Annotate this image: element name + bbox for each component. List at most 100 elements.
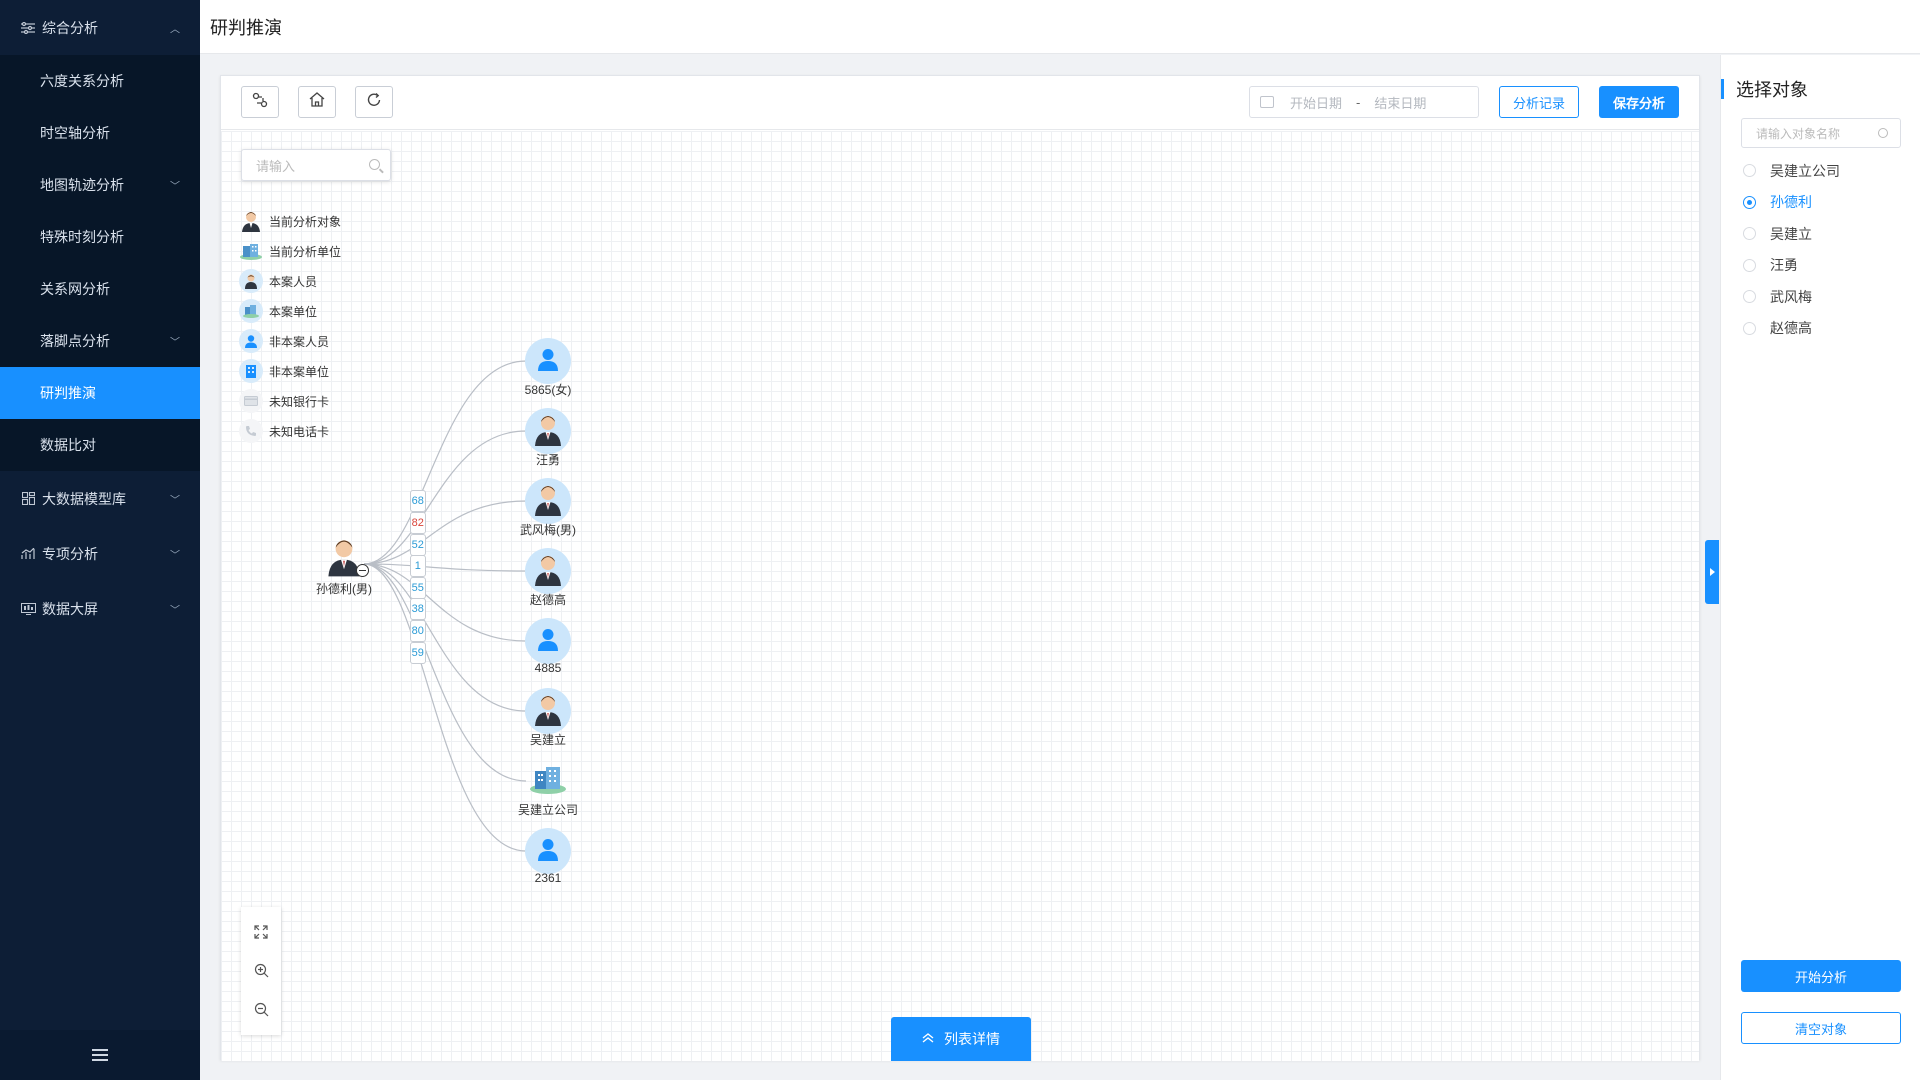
sidebar-collapse-button[interactable] (0, 1030, 200, 1080)
caret-right-icon (1709, 568, 1715, 576)
save-analysis-button[interactable]: 保存分析 (1599, 86, 1679, 118)
graph-node[interactable] (525, 338, 571, 384)
relation-edge[interactable] (363, 360, 527, 565)
radio-button[interactable] (1743, 321, 1756, 335)
page-title: 研判推演 (210, 17, 282, 38)
object-radio-item[interactable]: 赵德高 (1743, 313, 1840, 345)
edge-weight-badge: 55 (409, 576, 426, 599)
sidebar-item-relation-net[interactable]: 关系网分析 (0, 263, 200, 315)
object-label: 赵德高 (1770, 320, 1812, 337)
chevron-double-up-icon (922, 1032, 934, 1046)
graph-node[interactable] (525, 478, 571, 524)
relation-edge[interactable] (363, 563, 527, 642)
menu-group-model-library[interactable]: 大数据模型库 ﹀ (0, 471, 200, 526)
graph-node-label: 2361 (534, 871, 562, 885)
search-placeholder: 请输入对象名称 (1756, 126, 1841, 141)
sidebar-item-label: 特殊时刻分析 (40, 229, 124, 245)
object-radio-item[interactable]: 吴建立 (1743, 218, 1840, 250)
relation-edge[interactable] (363, 563, 527, 572)
refresh-button[interactable] (355, 86, 393, 118)
relation-edge[interactable] (363, 430, 527, 565)
object-radio-item[interactable]: 孙德利 (1743, 187, 1840, 219)
person-suit-icon (533, 412, 563, 451)
radio-button[interactable] (1743, 258, 1756, 272)
date-end-input[interactable]: 结束日期 (1374, 93, 1426, 112)
building-icon (528, 764, 568, 799)
radio-button[interactable] (1743, 227, 1756, 241)
radio-button[interactable] (1743, 164, 1756, 178)
zoom-in-icon[interactable] (251, 961, 271, 981)
hamburger-icon (92, 1049, 108, 1061)
object-radio-list: 吴建立公司 孙德利 吴建立 汪勇 武风梅赵德高 (1743, 155, 1840, 344)
clear-objects-button[interactable]: 清空对象 (1741, 1012, 1901, 1044)
search-icon[interactable] (1878, 128, 1888, 138)
graph-node[interactable] (525, 688, 571, 734)
analysis-history-button[interactable]: 分析记录 (1499, 86, 1579, 118)
center-node-label: 孙德利(男) (316, 582, 372, 596)
sidebar-item-label: 六度关系分析 (40, 73, 124, 89)
panel-title: 选择对象 (1721, 79, 1808, 100)
graph-node-label: 武风梅(男) (520, 523, 576, 537)
graph-node[interactable] (525, 758, 571, 804)
refresh-icon (366, 92, 382, 113)
sidebar-item-data-compare[interactable]: 数据比对 (0, 419, 200, 471)
edge-weight-badge: 80 (409, 620, 426, 643)
sidebar-item-map-track[interactable]: 地图轨迹分析 ﹀ (0, 159, 200, 211)
graph-node[interactable] (525, 828, 571, 874)
list-detail-button[interactable]: 列表详情 (891, 1017, 1031, 1061)
chevron-up-icon: ︿ (170, 24, 180, 35)
home-icon (309, 92, 325, 112)
relation-edge[interactable] (363, 563, 527, 782)
fit-screen-icon[interactable] (251, 922, 271, 942)
edge-weight-badge: 52 (409, 533, 426, 556)
graph-node[interactable] (525, 618, 571, 664)
sidebar-item-foothold[interactable]: 落脚点分析 ﹀ (0, 315, 200, 367)
sidebar-item-deduction[interactable]: 研判推演 (0, 367, 200, 419)
menu-group-comprehensive[interactable]: 综合分析 ︿ (0, 0, 200, 55)
graph-node-label: 4885 (534, 661, 562, 675)
zoom-out-icon[interactable] (251, 1000, 271, 1020)
relation-graph (363, 360, 527, 852)
person-suit-icon (533, 552, 563, 591)
chevron-down-icon: ﹀ (170, 605, 180, 616)
relation-edge[interactable] (363, 500, 527, 565)
date-separator: - (1356, 94, 1361, 110)
menu-group-dashboard[interactable]: 数据大屏 ﹀ (0, 581, 200, 636)
edge-weight-badge: 1 (409, 555, 426, 578)
menu-group-special-analysis[interactable]: 专项分析 ﹀ (0, 526, 200, 581)
person-suit-icon (533, 482, 563, 521)
date-range-picker[interactable]: 开始日期 - 结束日期 (1249, 86, 1479, 118)
calendar-icon (1260, 96, 1274, 108)
radio-button[interactable] (1743, 195, 1756, 209)
object-search-input[interactable]: 请输入对象名称 (1741, 118, 1901, 148)
sliders-icon (20, 20, 36, 36)
monitor-icon (20, 601, 36, 617)
graph-node[interactable] (525, 548, 571, 594)
toolbar: 开始日期 - 结束日期 分析记录 保存分析 (221, 76, 1699, 130)
graph-node-label: 汪勇 (535, 453, 561, 467)
start-analysis-button[interactable]: 开始分析 (1741, 960, 1901, 992)
sidebar-item-timeline[interactable]: 时空轴分析 (0, 107, 200, 159)
radio-button[interactable] (1743, 290, 1756, 304)
person-blue-icon (536, 837, 560, 866)
graph-node-label: 吴建立 (529, 733, 567, 747)
sidebar-item-label: 落脚点分析 (40, 333, 110, 349)
date-start-input[interactable]: 开始日期 (1290, 93, 1342, 112)
relation-edge[interactable] (363, 563, 527, 852)
sidebar-item-six-degree[interactable]: 六度关系分析 (0, 55, 200, 107)
home-button[interactable] (298, 86, 336, 118)
relation-edge[interactable] (363, 563, 527, 712)
relation-tool-button[interactable] (241, 86, 279, 118)
sidebar-item-special-time[interactable]: 特殊时刻分析 (0, 211, 200, 263)
collapse-node-icon[interactable] (356, 564, 369, 577)
chevron-down-icon: ﹀ (170, 181, 180, 193)
graph-node[interactable] (525, 408, 571, 454)
graph-canvas[interactable]: 请输入 当前分析对象 当前分析单位 本案人员 本案单位 非本案人员 非本案单位 … (221, 131, 1699, 1061)
person-blue-icon (536, 347, 560, 376)
object-radio-item[interactable]: 武风梅 (1743, 281, 1840, 313)
sidebar-item-label: 数据比对 (40, 437, 96, 453)
zoom-controls (241, 907, 281, 1035)
object-radio-item[interactable]: 吴建立公司 (1743, 155, 1840, 187)
object-radio-item[interactable]: 汪勇 (1743, 250, 1840, 282)
panel-toggle-button[interactable] (1705, 540, 1719, 604)
